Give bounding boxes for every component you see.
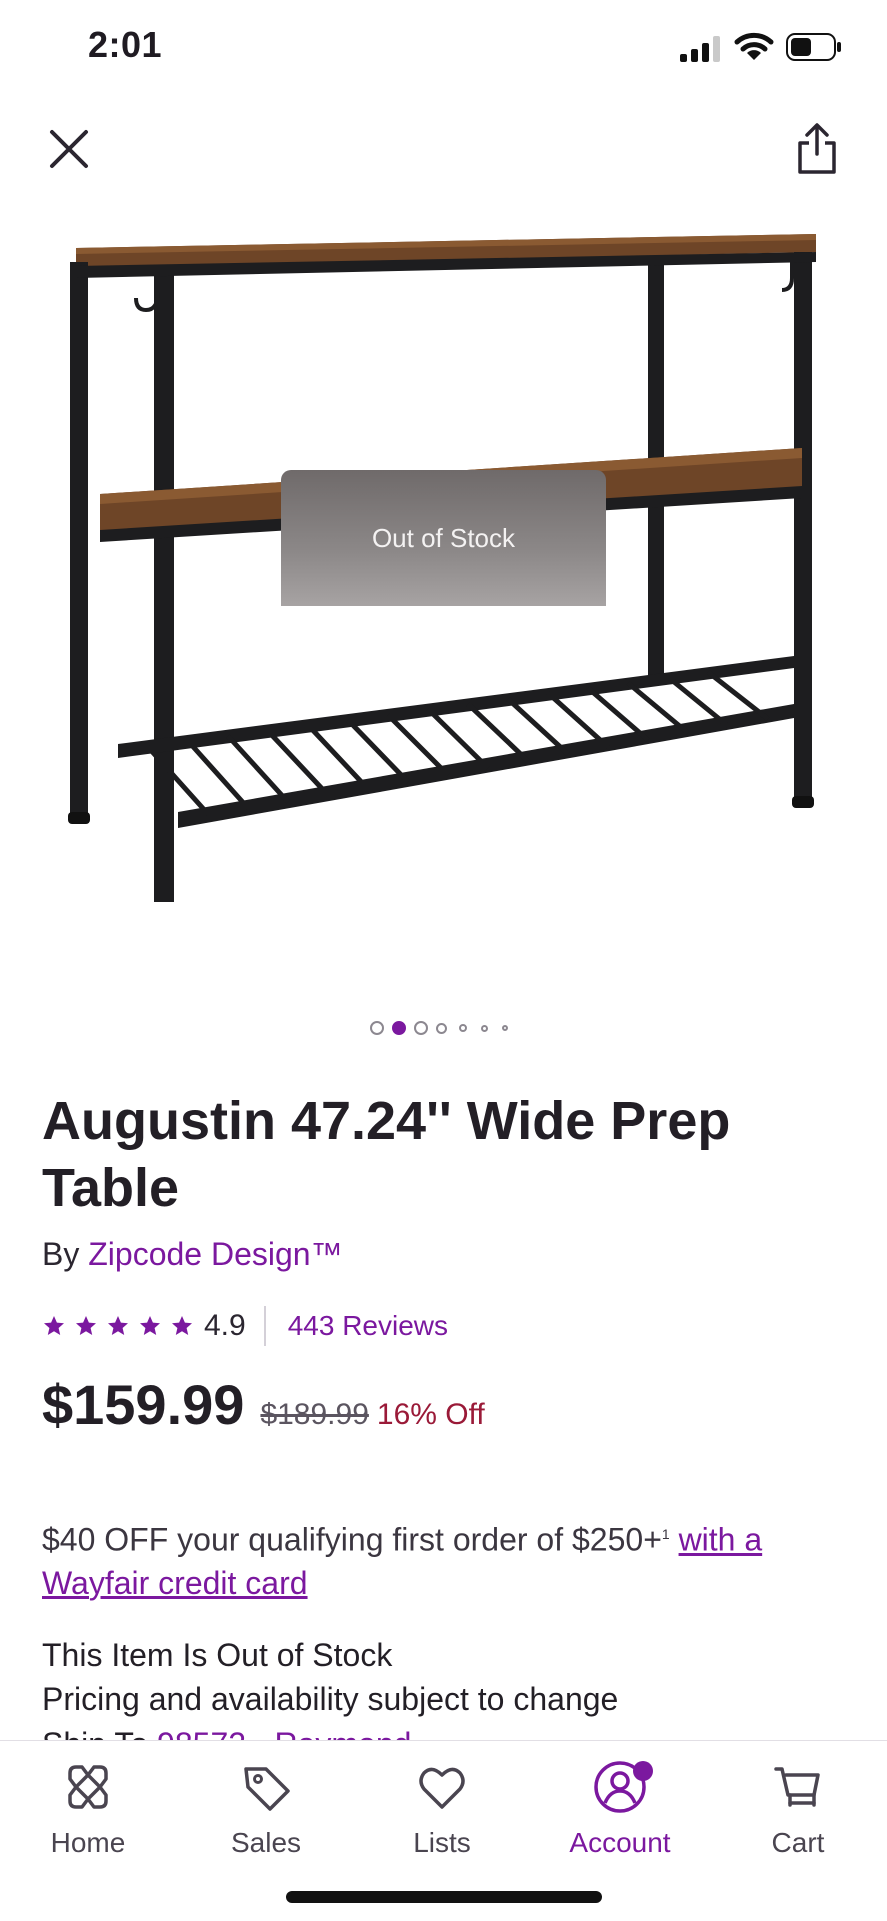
brand-link[interactable]: Zipcode Design™ — [88, 1236, 342, 1272]
brand-byline: By Zipcode Design™ — [42, 1236, 343, 1273]
pagination-dot[interactable] — [436, 1022, 447, 1034]
status-time: 2:01 — [88, 24, 163, 65]
star-icon — [76, 1316, 96, 1335]
tab-label-sales: Sales — [230, 1827, 302, 1858]
tab-label-cart: Cart — [771, 1827, 825, 1858]
tab-label-lists: Lists — [413, 1827, 471, 1858]
heart-icon — [419, 1767, 465, 1809]
discount-badge: 16% Off — [376, 1398, 485, 1431]
tab-account[interactable]: Account — [540, 1759, 700, 1859]
tab-lists[interactable]: Lists — [362, 1759, 522, 1859]
pagination-dot[interactable] — [459, 1024, 467, 1032]
product-title: Augustin 47.24'' Wide Prep Table — [42, 1091, 731, 1218]
tab-label-account: Account — [569, 1827, 671, 1858]
out-of-stock-overlay: Out of Stock — [281, 470, 606, 606]
star-icon — [140, 1316, 160, 1335]
close-icon[interactable] — [44, 124, 94, 174]
wifi-icon — [734, 32, 774, 60]
battery-icon — [786, 33, 841, 61]
tag-icon — [244, 1767, 290, 1811]
divider — [263, 1306, 266, 1346]
pagination-dot[interactable] — [481, 1024, 488, 1032]
availability-note: Pricing and availability subject to chan… — [42, 1681, 619, 1717]
pagination-dot[interactable] — [502, 1025, 508, 1031]
ship-to-label: Ship To — [42, 1726, 157, 1740]
rating-value: 4.9 — [204, 1309, 246, 1342]
out-of-stock-heading: This Item Is Out of Stock — [42, 1637, 393, 1673]
cellular-signal-icon — [680, 36, 720, 62]
pagination-dot-active[interactable] — [392, 1021, 406, 1035]
notification-badge — [633, 1761, 653, 1781]
cart-icon — [774, 1767, 820, 1807]
home-indicator — [286, 1891, 602, 1903]
promo-text: $40 OFF your qualifying first order of $… — [42, 1521, 662, 1558]
home-icon — [68, 1765, 108, 1809]
sale-price: $159.99 — [42, 1373, 245, 1436]
promo-footnote: 1 — [661, 1526, 670, 1542]
tab-label-home: Home — [50, 1827, 126, 1858]
tab-home[interactable]: Home — [8, 1759, 168, 1859]
rating-row[interactable]: 4.9 443 Reviews — [42, 1306, 448, 1346]
reviews-link[interactable]: 443 Reviews — [288, 1310, 448, 1342]
pagination-dot[interactable] — [370, 1021, 384, 1035]
ship-to-zip-link[interactable]: 98572 · Raymond — [157, 1726, 411, 1740]
share-icon[interactable] — [794, 120, 840, 176]
tab-sales[interactable]: Sales — [186, 1759, 346, 1859]
star-icon — [108, 1316, 128, 1335]
price-row: $159.99 $189.99 16% Off — [42, 1372, 485, 1437]
star-icon — [172, 1316, 192, 1335]
original-price: $189.99 — [260, 1398, 369, 1431]
ship-to-row[interactable]: Ship To 98572 · Raymond — [42, 1726, 411, 1740]
image-pagination[interactable] — [370, 1018, 508, 1038]
credit-card-promo: $40 OFF your qualifying first order of $… — [42, 1513, 852, 1605]
tab-cart[interactable]: Cart — [718, 1759, 878, 1859]
pagination-dot[interactable] — [414, 1021, 428, 1035]
by-prefix: By — [42, 1236, 89, 1272]
star-icon — [44, 1316, 64, 1335]
